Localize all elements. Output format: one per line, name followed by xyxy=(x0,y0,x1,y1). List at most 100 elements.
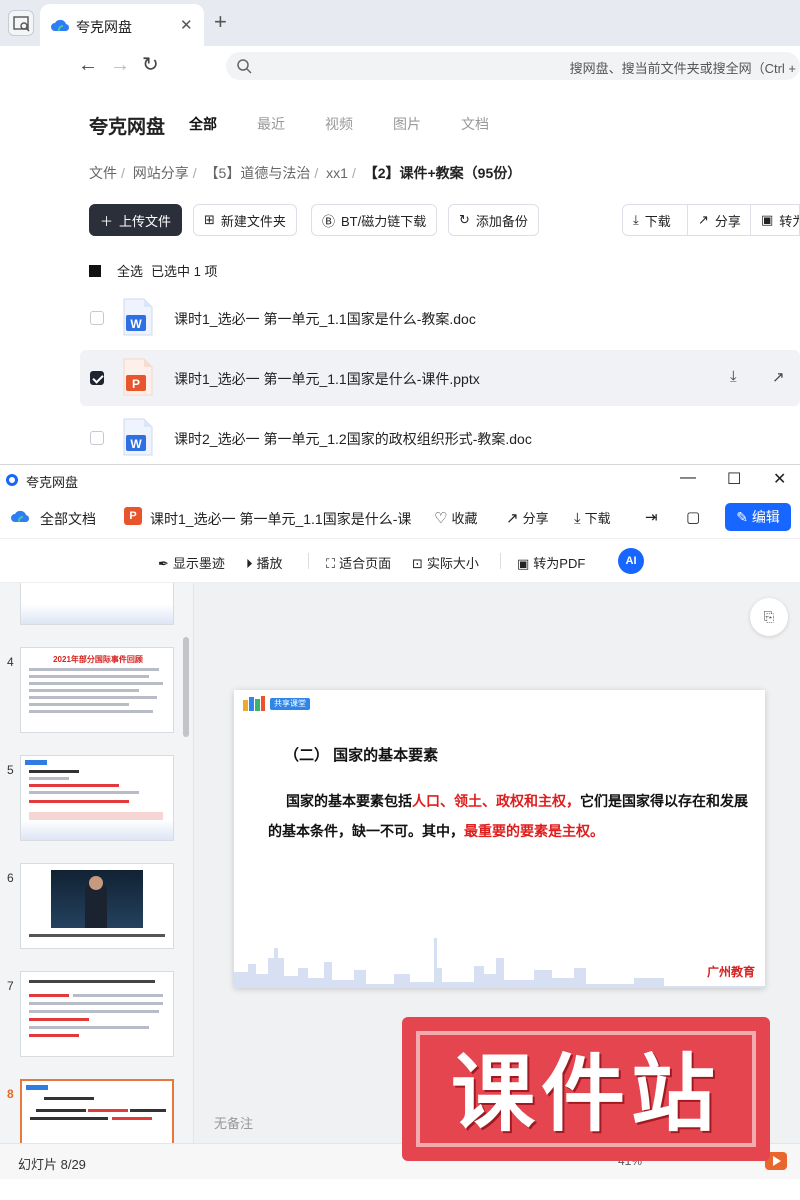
tab-search-icon[interactable] xyxy=(8,10,34,36)
share-icon: ↗ xyxy=(506,510,519,527)
thumbnail-title: 2021年部分国际事件回顾 xyxy=(53,655,143,664)
tab-all[interactable]: 全部 xyxy=(189,114,217,134)
download-icon: ⤓ xyxy=(633,212,639,227)
address-placeholder: 搜网盘、搜当前文件夹或搜全网（Ctrl + xyxy=(569,61,796,76)
svg-text:P: P xyxy=(132,377,140,391)
pdf-icon: ▣ xyxy=(761,212,774,227)
thumbnail-card xyxy=(20,755,174,841)
play-button[interactable]: ⏵ 播放 xyxy=(246,553,283,572)
all-documents-link[interactable]: 全部文档 xyxy=(40,509,96,529)
thumbnail-number: 6 xyxy=(7,871,14,885)
backup-label: 添加备份 xyxy=(475,213,528,229)
file-row[interactable]: W 课时2_选必一 第一单元_1.2国家的政权组织形式-教案.doc xyxy=(80,410,800,466)
share-label: 分享 xyxy=(714,213,741,229)
fit-icon: ⛶ xyxy=(326,556,336,571)
tab-recent[interactable]: 最近 xyxy=(257,114,285,134)
search-icon xyxy=(237,59,252,74)
download-button[interactable]: ⤓ 下载 xyxy=(622,204,688,236)
forward-icon[interactable]: → xyxy=(110,54,130,76)
tab-video[interactable]: 视频 xyxy=(325,114,353,134)
video-still xyxy=(51,870,143,928)
show-ink-button[interactable]: ✒ 显示墨迹 xyxy=(158,553,225,572)
thumbnail-card xyxy=(20,863,174,949)
tab-image[interactable]: 图片 xyxy=(393,114,421,134)
to-pdf-button[interactable]: ▣ 转为PDF xyxy=(517,553,585,572)
quark-cloud-icon xyxy=(11,510,30,523)
address-bar[interactable]: 搜网盘、搜当前文件夹或搜全网（Ctrl + xyxy=(226,52,800,80)
share-label: 分享 xyxy=(522,511,549,526)
viewer-window-title: 夸克网盘 xyxy=(26,475,79,490)
bt-download-button[interactable]: Ⓑ BT/磁力链下载 xyxy=(311,204,438,236)
play-label: 播放 xyxy=(256,556,283,571)
watermark-stamp: 课件站 xyxy=(402,1017,770,1161)
convert-button[interactable]: ▣ 转为 xyxy=(750,204,800,236)
breadcrumb-item[interactable]: 网站分享 xyxy=(133,165,189,181)
books-logo-icon xyxy=(243,696,265,711)
tab-close-icon[interactable]: ✕ xyxy=(180,16,193,34)
new-folder-button[interactable]: ⊞ 新建文件夹 xyxy=(193,204,297,236)
row-download-icon[interactable]: ⤓ xyxy=(730,368,737,385)
comment-icon[interactable]: ▢ xyxy=(686,508,704,526)
quark-cloud-icon xyxy=(51,19,70,32)
close-window-icon[interactable]: ✕ xyxy=(773,469,786,489)
svg-text:W: W xyxy=(130,437,142,451)
breadcrumb-item[interactable]: xx1 xyxy=(326,165,348,181)
thumbnail-card: 2021年部分国际事件回顾 xyxy=(20,647,174,733)
slide-section-title: （二） 国家的基本要素 xyxy=(284,747,439,764)
actual-size-icon: ⊡ xyxy=(412,556,423,571)
select-all-checkbox[interactable] xyxy=(89,264,101,277)
file-checkbox-checked[interactable] xyxy=(90,371,104,385)
plus-icon: ＋ xyxy=(100,213,114,229)
browser-toolbar: ← → ↻ 搜网盘、搜当前文件夹或搜全网（Ctrl + xyxy=(0,46,800,86)
viewer-share-button[interactable]: ↗ 分享 xyxy=(506,508,549,527)
share-button[interactable]: ↗ 分享 xyxy=(687,204,751,236)
download-label: 下载 xyxy=(644,213,671,229)
browser-tab-active[interactable]: 夸克网盘 ✕ xyxy=(40,4,204,46)
viewer-titlebar: 夸克网盘 — ☐ ✕ xyxy=(0,465,800,495)
current-slide: 共享课堂 （二） 国家的基本要素 国家的基本要素包括人口、领土、政权和主权，它们… xyxy=(234,690,765,988)
toolbar-divider xyxy=(500,553,501,569)
file-name: 课时2_选必一 第一单元_1.2国家的政权组织形式-教案.doc xyxy=(174,431,532,447)
fit-page-button[interactable]: ⛶ 适合页面 xyxy=(326,553,391,572)
toolbar-divider xyxy=(308,553,309,569)
city-skyline-image xyxy=(234,938,765,988)
breadcrumb-current: 【2】课件+教案（95份） xyxy=(363,165,522,181)
quark-logo-icon xyxy=(6,474,18,486)
edit-label: 编辑 xyxy=(751,509,780,525)
bt-label: BT/磁力链下载 xyxy=(341,213,427,229)
add-backup-button[interactable]: ↻ 添加备份 xyxy=(448,204,539,236)
thumbnail-card xyxy=(20,583,174,625)
file-name: 课时1_选必一 第一单元_1.1国家是什么-课件.pptx xyxy=(174,371,480,387)
slide-counter: 幻灯片 8/29 xyxy=(18,1157,86,1172)
favorite-label: 收藏 xyxy=(451,511,478,526)
actual-size-button[interactable]: ⊡ 实际大小 xyxy=(412,553,479,572)
tab-docs[interactable]: 文档 xyxy=(461,114,489,134)
breadcrumb-item[interactable]: 【5】道德与法治 xyxy=(205,165,311,181)
thumbnail-scrollbar[interactable] xyxy=(183,637,189,737)
thumbnail-number: 7 xyxy=(7,979,14,993)
breadcrumb-item[interactable]: 文件 xyxy=(89,165,117,181)
file-row-selected[interactable]: P 课时1_选必一 第一单元_1.1国家是什么-课件.pptx ⤓ ↗ xyxy=(80,350,800,406)
reload-icon[interactable]: ↻ xyxy=(142,54,159,76)
upload-button[interactable]: ＋ 上传文件 xyxy=(89,204,183,236)
edit-button[interactable]: ✎ 编辑 xyxy=(725,503,791,531)
new-tab-icon[interactable]: + xyxy=(214,10,227,34)
share-icon: ↗ xyxy=(698,212,709,227)
select-all-row[interactable]: 全选 已选中 1 项 xyxy=(89,261,217,280)
file-row[interactable]: W 课时1_选必一 第一单元_1.1国家是什么-教案.doc xyxy=(80,290,800,346)
file-checkbox[interactable] xyxy=(90,311,104,325)
tab-title: 夸克网盘 xyxy=(76,19,132,35)
row-share-icon[interactable]: ↗ xyxy=(772,368,785,386)
back-icon[interactable]: ← xyxy=(78,54,98,76)
ai-assistant-icon[interactable]: AI xyxy=(618,548,644,574)
word-doc-icon: W xyxy=(123,298,153,336)
viewer-download-button[interactable]: ⤓ 下载 xyxy=(574,508,611,527)
breadcrumb: 文件 / 网站分享 / 【5】道德与法治 / xx1/ 【2】课件+教案（95份） xyxy=(89,165,522,181)
export-icon[interactable]: ⇥ xyxy=(645,508,662,526)
maximize-icon[interactable]: ☐ xyxy=(727,469,741,489)
file-checkbox[interactable] xyxy=(90,431,104,445)
pdf-convert-fab-icon[interactable]: ⎘ xyxy=(750,598,788,636)
minimize-icon[interactable]: — xyxy=(680,469,696,487)
favorite-button[interactable]: ♡ 收藏 xyxy=(434,508,477,527)
convert-label: 转为 xyxy=(779,213,799,229)
